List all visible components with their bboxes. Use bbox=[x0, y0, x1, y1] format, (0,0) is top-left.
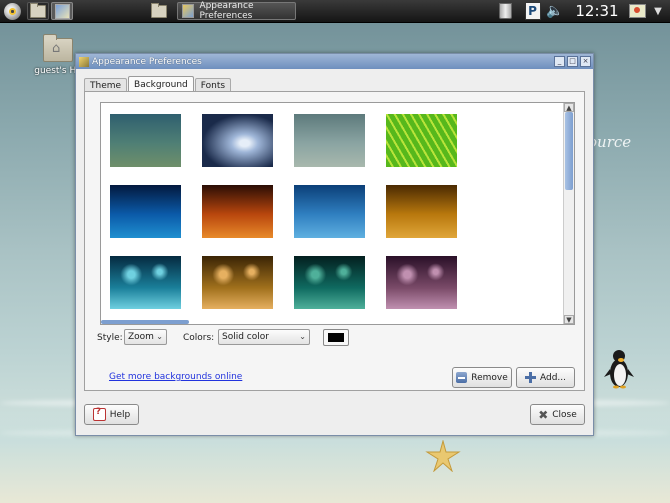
scroll-up-button[interactable]: ▲ bbox=[564, 103, 574, 112]
appearance-preferences-window: Appearance Preferences _ □ × Theme Backg… bbox=[75, 53, 594, 436]
task-appearance-preferences[interactable]: Appearance Preferences bbox=[177, 1, 296, 21]
file-manager-launcher[interactable] bbox=[150, 2, 168, 20]
gallery-scrollbar[interactable]: ▲ ▼ bbox=[563, 103, 574, 324]
chevron-down-icon: ⌄ bbox=[156, 332, 163, 341]
wallpaper-thumbnail-water-drop[interactable] bbox=[202, 114, 273, 167]
wallpaper-thumbnail-aqua-bokeh[interactable] bbox=[110, 256, 181, 309]
color-swatch bbox=[328, 333, 344, 342]
wallpaper-thumbnail-teal-bokeh[interactable] bbox=[294, 256, 365, 309]
help-icon bbox=[92, 407, 106, 421]
home-folder-icon bbox=[43, 34, 73, 62]
start-menu-button[interactable] bbox=[1, 2, 23, 20]
color-picker-button[interactable] bbox=[323, 329, 349, 346]
style-value: Zoom bbox=[128, 332, 154, 342]
background-tab-panel: ▲ ▼ Style: Zoom ⌄ Colors: Solid color ⌄ … bbox=[84, 91, 585, 391]
user-switcher-button[interactable] bbox=[627, 2, 647, 20]
minimize-button[interactable]: _ bbox=[554, 56, 565, 67]
close-button[interactable]: ✖ Close bbox=[530, 404, 585, 425]
window-title: Appearance Preferences bbox=[92, 56, 202, 67]
desktop-icon bbox=[54, 3, 70, 19]
maximize-button[interactable]: □ bbox=[567, 56, 578, 67]
trash-icon bbox=[498, 3, 512, 19]
wallpaper-thumbnail-blue-horizon[interactable] bbox=[294, 185, 365, 238]
taskbar: Appearance Preferences P 🔈 12:31 ▼ bbox=[0, 0, 670, 23]
p-badge-icon: P bbox=[524, 2, 541, 20]
clock[interactable]: 12:31 bbox=[573, 2, 621, 20]
wallpaper-thumbnail-amber-horizon[interactable] bbox=[386, 185, 457, 238]
wallpaper-watermark: ource bbox=[588, 133, 632, 151]
penguin-icon bbox=[604, 350, 634, 389]
appearance-icon bbox=[182, 4, 195, 18]
wallpaper-thumbnail-golden-bokeh[interactable] bbox=[202, 256, 273, 309]
wallpaper-thumbnail-teal-gradient[interactable] bbox=[110, 114, 181, 167]
wallpaper-thumbnail-blue-dusk[interactable] bbox=[110, 185, 181, 238]
scroll-down-button[interactable]: ▼ bbox=[564, 315, 574, 324]
clock-text: 12:31 bbox=[575, 2, 619, 20]
colors-value: Solid color bbox=[222, 332, 269, 342]
distro-logo-icon bbox=[3, 2, 21, 20]
volume-button[interactable]: 🔈 bbox=[546, 2, 564, 20]
colors-label: Colors: bbox=[183, 333, 215, 343]
trash-tray-button[interactable] bbox=[497, 2, 513, 20]
add-button[interactable]: Add... bbox=[516, 367, 575, 388]
parking-tray-button[interactable]: P bbox=[524, 2, 541, 20]
tray-menu-button[interactable]: ▼ bbox=[650, 2, 666, 20]
folder-icon bbox=[151, 2, 167, 18]
get-more-backgrounds-link[interactable]: Get more backgrounds online bbox=[109, 372, 242, 382]
appearance-icon bbox=[79, 56, 89, 67]
speaker-icon: 🔈 bbox=[546, 3, 564, 19]
colors-combo[interactable]: Solid color ⌄ bbox=[218, 329, 310, 345]
tab-bar: Theme Background Fonts bbox=[84, 76, 232, 93]
wallpaper-thumbnail-purple-bokeh[interactable] bbox=[386, 256, 457, 309]
starfish-icon bbox=[425, 440, 461, 472]
remove-label: Remove bbox=[471, 372, 508, 383]
wallpaper-thumbnail-orange-sunset[interactable] bbox=[202, 185, 273, 238]
window-titlebar[interactable]: Appearance Preferences _ □ × bbox=[76, 54, 593, 69]
close-window-button[interactable]: × bbox=[580, 56, 591, 67]
close-label: Close bbox=[552, 409, 577, 420]
wallpaper-thumbnail-green-leaf[interactable] bbox=[386, 114, 457, 167]
style-combo[interactable]: Zoom ⌄ bbox=[124, 329, 167, 345]
remove-button[interactable]: Remove bbox=[452, 367, 512, 388]
monitor-icon bbox=[628, 4, 646, 18]
style-label: Style: bbox=[97, 333, 123, 343]
help-label: Help bbox=[109, 409, 131, 420]
triangle-down-icon: ▼ bbox=[654, 5, 662, 17]
task-label: Appearance Preferences bbox=[199, 1, 254, 21]
wallpaper-thumbnail-grey-sky[interactable] bbox=[294, 114, 365, 167]
folder-icon bbox=[30, 2, 46, 18]
scrollbar-thumb[interactable] bbox=[565, 112, 573, 190]
remove-icon bbox=[456, 372, 468, 383]
show-desktop-button[interactable] bbox=[51, 2, 73, 20]
help-button[interactable]: Help bbox=[84, 404, 139, 425]
close-icon: ✖ bbox=[538, 407, 549, 422]
plus-icon bbox=[524, 372, 536, 383]
wallpaper-gallery: ▲ ▼ bbox=[100, 102, 575, 325]
add-label: Add... bbox=[539, 372, 566, 383]
home-folder-launcher[interactable] bbox=[27, 2, 49, 20]
chevron-down-icon: ⌄ bbox=[299, 332, 306, 341]
selection-indicator bbox=[101, 320, 189, 324]
